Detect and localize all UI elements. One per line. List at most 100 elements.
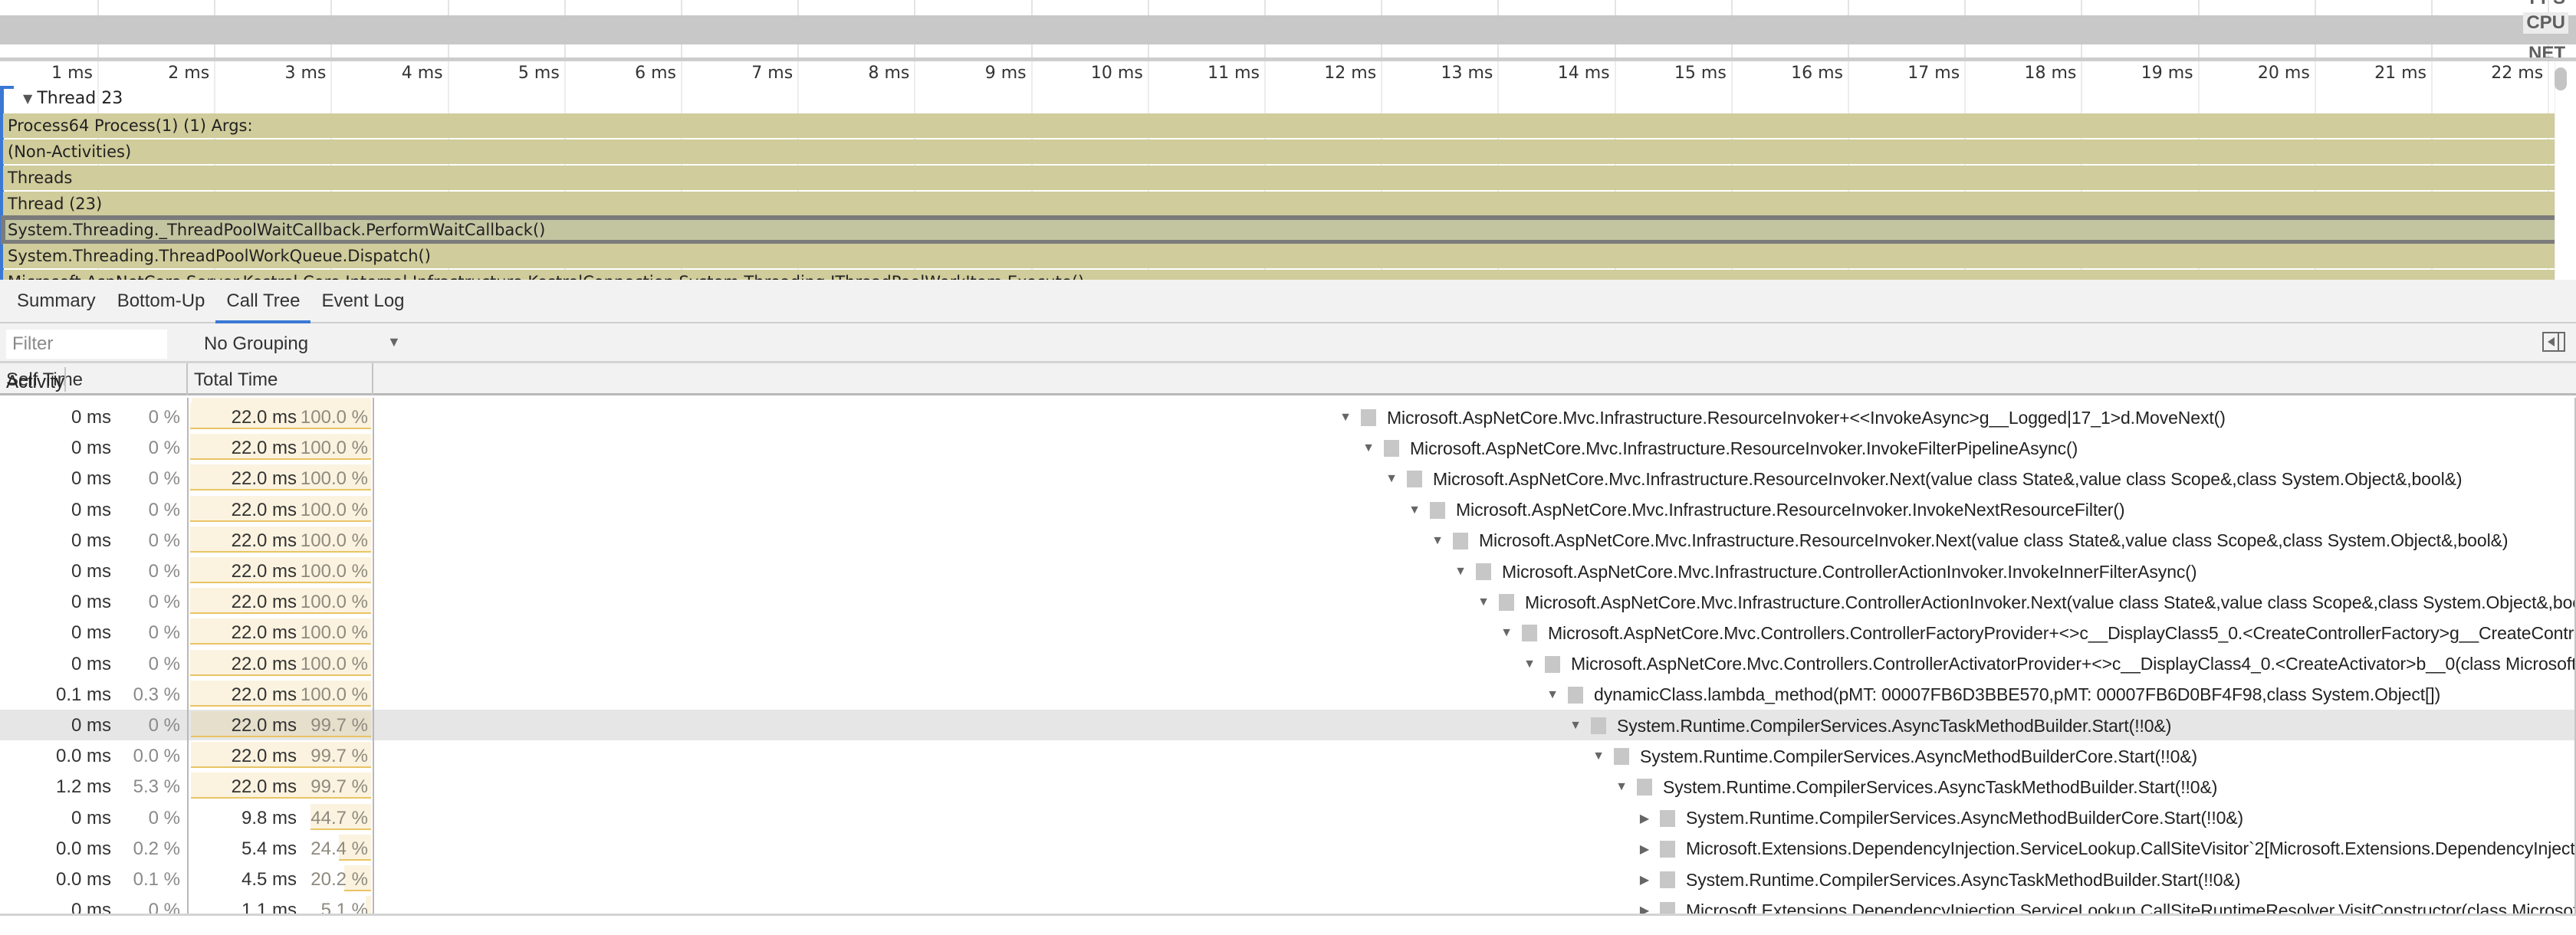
table-row[interactable]: 0.0 ms 0.0 % 22.0 ms 99.7 % ▼ System.Runtime.… (0, 740, 2574, 771)
tick-label: 19 ms (2141, 64, 2193, 83)
chevron-down-icon[interactable]: ▼ (1430, 534, 1445, 548)
self-time-ms: 1.2 ms (55, 776, 111, 798)
chevron-down-icon[interactable]: ▼ (1591, 750, 1606, 763)
activity-name: Microsoft.AspNetCore.Mvc.Controllers.Con… (1548, 622, 2576, 643)
table-row[interactable]: 0 ms 0 % 22.0 ms 100.0 % ▼ Microsoft.AspNetCo… (0, 432, 2574, 463)
chevron-down-icon[interactable]: ▼ (1407, 504, 1422, 517)
activity-cell: ▶ System.Runtime.CompilerServices.AsyncTa… (1637, 868, 2241, 892)
self-time-percent: 0 % (148, 807, 180, 828)
tick-label: 5 ms (518, 64, 560, 83)
activity-name: Microsoft.Extensions.DependencyInjection… (1686, 838, 2576, 859)
chevron-right-icon[interactable]: ▶ (1637, 872, 1652, 887)
flame-bar[interactable]: Microsoft.AspNetCore.Server.Kestrel.Core… (3, 270, 2558, 280)
chevron-down-icon[interactable]: ▼ (1384, 472, 1399, 486)
activity-cell: ▶ Microsoft.Extensions.DependencyInjectio… (1637, 837, 2576, 861)
node-category-icon (1545, 655, 1560, 673)
dropdown-arrow-icon[interactable]: ▼ (387, 334, 401, 350)
cpu-activity-band (0, 15, 2576, 44)
chevron-down-icon[interactable]: ▼ (1614, 780, 1629, 794)
table-row[interactable]: 0 ms 0 % 9.8 ms 44.7 % ▶ System.Runtime.Compi… (0, 802, 2574, 833)
flame-bar[interactable]: Thread (23) (3, 192, 2558, 216)
column-divider[interactable] (373, 398, 374, 914)
flame-bar[interactable]: (Non-Activities) (3, 139, 2558, 164)
tick-label: 12 ms (1324, 64, 1377, 83)
total-time-percent: 20.2 % (310, 869, 368, 890)
table-row[interactable]: 0.1 ms 0.3 % 22.0 ms 100.0 % ▼ dynamicClass.l… (0, 679, 2574, 710)
tab-call-tree[interactable]: Call Tree (215, 280, 311, 323)
column-divider[interactable] (187, 398, 189, 914)
self-time-percent: 5.3 % (133, 776, 180, 798)
tick-label: 1 ms (51, 64, 93, 83)
timeline-overview[interactable]: FPS CPU NET (0, 0, 2576, 61)
flame-bar[interactable]: Threads (3, 166, 2558, 190)
flame-scrollbar-thumb[interactable] (2555, 67, 2567, 90)
chevron-right-icon[interactable]: ▶ (1637, 811, 1652, 826)
activity-cell: ▶ System.Runtime.CompilerServices.AsyncMe… (1637, 806, 2243, 831)
grouping-select[interactable]: No Grouping (204, 330, 308, 359)
tick-label: 22 ms (2491, 64, 2544, 83)
node-category-icon (1614, 748, 1629, 766)
activity-name: Microsoft.AspNetCore.Mvc.Infrastructure.… (1456, 500, 2125, 520)
column-header-activity[interactable]: Activity (0, 367, 67, 392)
flame-scrollbar-track[interactable] (2555, 61, 2576, 280)
tab-event-log[interactable]: Event Log (310, 280, 415, 322)
sidebar-divider-glyph (2558, 333, 2559, 350)
filter-input[interactable] (6, 330, 167, 359)
total-time-ms: 22.0 ms (231, 622, 297, 644)
chevron-down-icon[interactable]: ▼ (1476, 595, 1491, 609)
table-row-selected[interactable]: 0 ms 0 % 22.0 ms 99.7 % ▼ System.Runtime.Comp… (0, 710, 2574, 740)
tab-bottom-up[interactable]: Bottom-Up (107, 280, 216, 322)
node-category-icon (1591, 717, 1606, 734)
tick-label: 13 ms (1441, 64, 1493, 83)
tab-summary[interactable]: Summary (6, 280, 107, 322)
sidebar-toggle-button[interactable] (2542, 332, 2565, 352)
activity-name: System.Runtime.CompilerServices.AsyncMet… (1640, 746, 2198, 766)
chevron-down-icon[interactable]: ▼ (1522, 658, 1537, 671)
flame-bar[interactable]: Process64 Process(1) (1) Args: (3, 113, 2558, 138)
table-row[interactable]: 0 ms 0 % 22.0 ms 100.0 % ▼ Microsoft.AspNetCo… (0, 556, 2574, 586)
table-row[interactable]: 0 ms 0 % 1.1 ms 5.1 % ▶ Microsoft.Extensions.… (0, 894, 2576, 916)
chevron-down-icon[interactable]: ▼ (1453, 565, 1468, 579)
table-row[interactable]: 0 ms 0 % 22.0 ms 100.0 % ▼ Microsoft.AspNetCo… (0, 525, 2574, 556)
chevron-down-icon[interactable]: ▼ (23, 91, 32, 106)
chevron-right-icon[interactable]: ▶ (1637, 842, 1652, 857)
table-row[interactable]: 0 ms 0 % 22.0 ms 100.0 % ▼ Microsoft.AspNetCo… (0, 402, 2574, 432)
activity-name: System.Runtime.CompilerServices.AsyncTas… (1663, 776, 2218, 797)
total-time-ms: 22.0 ms (231, 653, 297, 674)
table-row[interactable]: 0.0 ms 0.1 % 4.5 ms 20.2 % ▶ System.Runtime.C… (0, 864, 2574, 894)
table-row[interactable]: 0 ms 0 % 22.0 ms 100.0 % ▼ Microsoft.AspNetCo… (0, 648, 2576, 679)
thread-group-header[interactable]: ▼ Thread 23 (23, 89, 123, 108)
tick-label: 11 ms (1208, 64, 1260, 83)
table-row[interactable]: 1.2 ms 5.3 % 22.0 ms 99.7 % ▼ System.Runtime.… (0, 771, 2574, 802)
activity-name: System.Runtime.CompilerServices.AsyncTas… (1617, 715, 2172, 736)
grouping-selected-value: No Grouping (204, 333, 309, 354)
chevron-down-icon[interactable]: ▼ (1568, 719, 1583, 733)
table-row[interactable]: 0 ms 0 % 22.0 ms 100.0 % ▼ Microsoft.AspNetCo… (0, 494, 2574, 525)
chevron-down-icon[interactable]: ▼ (1499, 626, 1514, 640)
flame-bar-selected[interactable]: System.Threading._ThreadPoolWaitCallback… (1, 215, 2564, 244)
flame-bar[interactable]: System.Threading.ThreadPoolWorkQueue.Dis… (3, 244, 2558, 268)
total-time-ms: 22.0 ms (231, 499, 297, 520)
tick-label: 21 ms (2374, 64, 2426, 83)
self-time-ms: 0 ms (71, 468, 111, 490)
self-time-percent: 0 % (148, 592, 180, 613)
time-ruler: 1 ms 2 ms 3 ms 4 ms 5 ms 6 ms 7 ms 8 ms 9 ms 10 m… (0, 61, 2561, 89)
table-row[interactable]: 0 ms 0 % 22.0 ms 100.0 % ▼ Microsoft.AspNetCo… (0, 586, 2576, 617)
tick-label: 15 ms (1674, 64, 1727, 83)
table-body[interactable]: 0 ms 0 % 22.0 ms 100.0 % ▼ Microsoft.AspNetCo… (0, 398, 2576, 916)
chevron-down-icon[interactable]: ▼ (1361, 441, 1376, 455)
chevron-down-icon[interactable]: ▼ (1545, 688, 1560, 702)
chevron-down-icon[interactable]: ▼ (1338, 411, 1353, 425)
chevron-right-icon[interactable]: ▶ (1637, 903, 1652, 914)
self-time-percent: 0 % (148, 407, 180, 428)
total-time-percent: 44.7 % (310, 807, 368, 828)
table-row[interactable]: 0 ms 0 % 22.0 ms 100.0 % ▼ Microsoft.AspNetCo… (0, 617, 2576, 648)
node-category-icon (1476, 563, 1491, 580)
table-row[interactable]: 0 ms 0 % 22.0 ms 100.0 % ▼ Microsoft.AspNetCo… (0, 463, 2574, 494)
table-row[interactable]: 0.0 ms 0.2 % 5.4 ms 24.4 % ▶ Microsoft.Extens… (0, 833, 2576, 864)
self-time-percent: 0.1 % (133, 869, 180, 890)
column-header-total-time[interactable]: Total Time (188, 363, 373, 395)
activity-name: Microsoft.AspNetCore.Mvc.Infrastructure.… (1502, 561, 2197, 582)
flame-chart[interactable]: 1 ms 2 ms 3 ms 4 ms 5 ms 6 ms 7 ms 8 ms 9 ms 10 m… (0, 61, 2576, 280)
self-time-ms: 0 ms (71, 900, 111, 916)
